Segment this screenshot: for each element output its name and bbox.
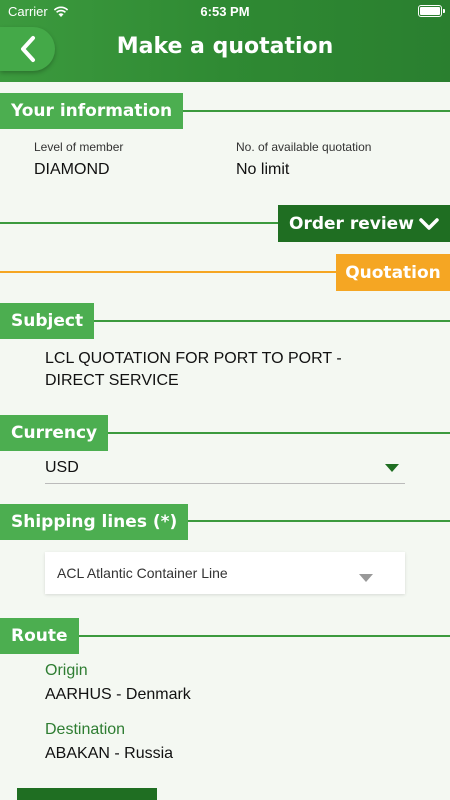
section-divider [74,635,450,637]
shipping-line-dropdown[interactable]: ACL Atlantic Container Line [45,552,405,594]
subject-line-2: DIRECT SERVICE [45,372,179,389]
origin-value: AARHUS - Denmark [45,686,191,703]
section-title-route: Route [0,618,79,654]
app-header: Carrier 6:53 PM Make a quotation [0,0,450,82]
member-level-label: Level of member [34,140,124,154]
status-bar: Carrier 6:53 PM [0,0,450,22]
page-title: Make a quotation [116,34,334,59]
section-divider [0,271,340,273]
origin-label: Origin [45,662,88,679]
currency-select[interactable]: USD [45,452,405,484]
caret-down-icon [385,464,399,472]
quotation-tab[interactable]: Quotation [336,254,450,291]
bottom-action-button[interactable] [17,788,157,800]
currency-value: USD [45,459,79,476]
section-title-your-information: Your information [0,93,184,129]
section-title-shipping-lines: Shipping lines (*) [0,504,189,540]
shipping-line-value: ACL Atlantic Container Line [57,565,228,581]
subject-text: LCL QUOTATION FOR PORT TO PORT - DIRECT … [45,348,342,392]
order-review-label: Order review [289,213,414,234]
status-time: 6:53 PM [200,4,250,19]
currency-underline [45,483,405,484]
battery-icon [418,5,445,17]
section-divider [88,320,450,322]
section-title-subject: Subject [0,303,95,339]
section-divider [0,222,280,224]
destination-value: ABAKAN - Russia [45,745,174,762]
subject-line-1: LCL QUOTATION FOR PORT TO PORT - [45,350,342,367]
chevron-down-icon [419,217,439,230]
member-level-value: DIAMOND [34,161,110,178]
order-review-toggle[interactable]: Order review [278,205,450,242]
available-quotation-label: No. of available quotation [236,140,372,154]
caret-down-icon [359,574,373,582]
destination-label: Destination [45,721,126,738]
section-title-currency: Currency [0,415,109,451]
section-divider [170,110,450,112]
available-quotation-value: No limit [236,161,290,178]
section-divider [102,432,450,434]
section-divider [175,520,450,522]
